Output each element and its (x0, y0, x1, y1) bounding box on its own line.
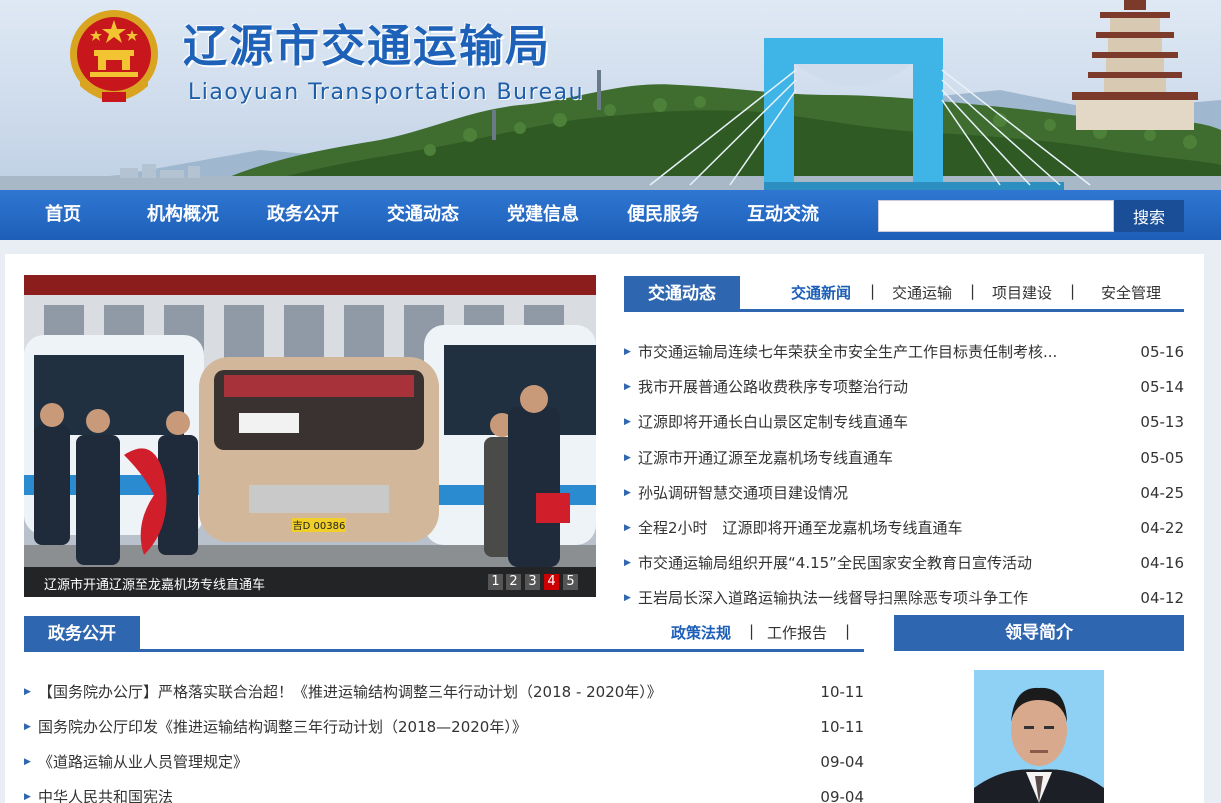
bullet-icon: ▶ (624, 417, 631, 427)
gov-date: 09-04 (820, 753, 864, 771)
bullet-icon: ▶ (624, 523, 631, 533)
tab-work-reports[interactable]: 工作报告 (767, 622, 827, 643)
site-subtitle: Liaoyuan Transportation Bureau (188, 80, 585, 105)
national-emblem-icon (70, 10, 158, 102)
news-title[interactable]: 辽源市开通辽源至龙嘉机场专线直通车 (638, 446, 1098, 470)
gov-title[interactable]: 国务院办公厅印发《推进运输结构调整三年行动计划（2018—2020年）》 (38, 715, 798, 739)
list-item[interactable]: ▶ 国务院办公厅印发《推进运输结构调整三年行动计划（2018—2020年）》 1… (24, 715, 864, 739)
nav-about[interactable]: 机构概况 (147, 190, 219, 240)
news-date: 05-16 (1140, 343, 1184, 361)
news-date: 05-05 (1140, 449, 1184, 467)
nav-traffic-news[interactable]: 交通动态 (387, 190, 459, 240)
news-date: 04-12 (1140, 589, 1184, 607)
gov-date: 09-04 (820, 788, 864, 803)
news-date: 04-25 (1140, 484, 1184, 502)
list-item[interactable]: ▶ 《道路运输从业人员管理规定》 09-04 (24, 750, 864, 774)
news-title[interactable]: 孙弘调研智慧交通项目建设情况 (638, 481, 1098, 505)
news-date: 04-16 (1140, 554, 1184, 572)
search-button[interactable]: 搜索 (1114, 200, 1184, 232)
gov-title[interactable]: 【国务院办公厅】严格落实联合治超！《推进运输结构调整三年行动计划（2018 - … (38, 680, 798, 704)
list-item[interactable]: ▶ 【国务院办公厅】严格落实联合治超！《推进运输结构调整三年行动计划（2018 … (24, 680, 864, 704)
tab-separator: | (970, 282, 976, 300)
tab-separator: | (1070, 282, 1076, 300)
slide-pager-1[interactable]: 1 (488, 574, 503, 590)
gov-title[interactable]: 《道路运输从业人员管理规定》 (38, 750, 798, 774)
nav-home[interactable]: 首页 (45, 190, 81, 240)
list-item[interactable]: ▶ 王岩局长深入道路运输执法一线督导扫黑除恶专项斗争工作 04-12 (624, 586, 1184, 610)
tab-safety-management[interactable]: 安全管理 (1101, 282, 1161, 303)
leader-photo[interactable] (974, 670, 1104, 803)
nav-interaction[interactable]: 互动交流 (747, 190, 819, 240)
news-title[interactable]: 我市开展普通公路收费秩序专项整治行动 (638, 375, 1098, 399)
nav-party-building[interactable]: 党建信息 (507, 190, 579, 240)
tab-traffic-news[interactable]: 交通新闻 (791, 282, 851, 303)
leader-portrait (974, 670, 1104, 803)
list-item[interactable]: ▶ 我市开展普通公路收费秩序专项整治行动 05-14 (624, 375, 1184, 399)
tab-separator: | (749, 622, 755, 640)
tab-separator: | (870, 282, 876, 300)
news-title[interactable]: 辽源即将开通长白山景区定制专线直通车 (638, 410, 1098, 434)
news-date: 05-14 (1140, 378, 1184, 396)
tab-separator: | (845, 622, 851, 640)
bullet-icon: ▶ (624, 382, 631, 392)
news-title[interactable]: 王岩局长深入道路运输执法一线督导扫黑除恶专项斗争工作 (638, 586, 1118, 610)
bullet-icon: ▶ (624, 488, 631, 498)
gov-affairs-title: 政务公开 (24, 616, 140, 652)
list-item[interactable]: ▶ 中华人民共和国宪法 09-04 (24, 785, 864, 803)
nav-public-service[interactable]: 便民服务 (627, 190, 699, 240)
slide-pager-5[interactable]: 5 (563, 574, 578, 590)
bullet-icon: ▶ (624, 593, 631, 603)
gov-affairs-rule (24, 649, 864, 652)
bullet-icon: ▶ (24, 722, 31, 732)
list-item[interactable]: ▶ 市交通运输局连续七年荣获全市安全生产工作目标责任制考核... 05-16 (624, 340, 1184, 364)
license-plate: 吉D 00386 (293, 520, 346, 532)
news-date: 05-13 (1140, 413, 1184, 431)
list-item[interactable]: ▶ 孙弘调研智慧交通项目建设情况 04-25 (624, 481, 1184, 505)
tab-policies[interactable]: 政策法规 (671, 622, 731, 643)
bullet-icon: ▶ (24, 757, 31, 767)
site-title: 辽源市交通运输局 (183, 21, 551, 72)
gov-title[interactable]: 中华人民共和国宪法 (38, 785, 798, 803)
list-item[interactable]: ▶ 市交通运输局组织开展“4.15”全民国家安全教育日宣传活动 04-16 (624, 551, 1184, 575)
traffic-news-title: 交通动态 (624, 276, 740, 312)
slide-caption[interactable]: 辽源市开通辽源至龙嘉机场专线直通车 (44, 574, 265, 593)
news-title[interactable]: 市交通运输局组织开展“4.15”全民国家安全教育日宣传活动 (638, 551, 1118, 575)
gov-date: 10-11 (820, 683, 864, 701)
gov-date: 10-11 (820, 718, 864, 736)
slide-pager-2[interactable]: 2 (506, 574, 521, 590)
nav-gov-affairs[interactable]: 政务公开 (267, 190, 339, 240)
bullet-icon: ▶ (624, 347, 631, 357)
tab-transport[interactable]: 交通运输 (892, 282, 952, 303)
slide-pager-3[interactable]: 3 (525, 574, 540, 590)
bullet-icon: ▶ (24, 687, 31, 697)
slide-pager-4[interactable]: 4 (544, 574, 559, 590)
list-item[interactable]: ▶ 辽源即将开通长白山景区定制专线直通车 05-13 (624, 410, 1184, 434)
news-date: 04-22 (1140, 519, 1184, 537)
bullet-icon: ▶ (624, 558, 631, 568)
news-slideshow[interactable]: 吉D 00386 (24, 275, 596, 597)
news-title[interactable]: 全程2小时 辽源即将开通至龙嘉机场专线直通车 (638, 516, 1098, 540)
tab-project-construction[interactable]: 项目建设 (992, 282, 1052, 303)
news-title[interactable]: 市交通运输局连续七年荣获全市安全生产工作目标责任制考核... (638, 340, 1098, 364)
list-item[interactable]: ▶ 全程2小时 辽源即将开通至龙嘉机场专线直通车 04-22 (624, 516, 1184, 540)
search-input[interactable] (878, 200, 1114, 232)
header-banner: 辽源市交通运输局 Liaoyuan Transportation Bureau (0, 0, 1221, 190)
slide-image: 吉D 00386 (24, 275, 596, 597)
leader-title: 领导简介 (894, 615, 1184, 651)
bullet-icon: ▶ (24, 792, 31, 802)
bullet-icon: ▶ (624, 453, 631, 463)
list-item[interactable]: ▶ 辽源市开通辽源至龙嘉机场专线直通车 05-05 (624, 446, 1184, 470)
